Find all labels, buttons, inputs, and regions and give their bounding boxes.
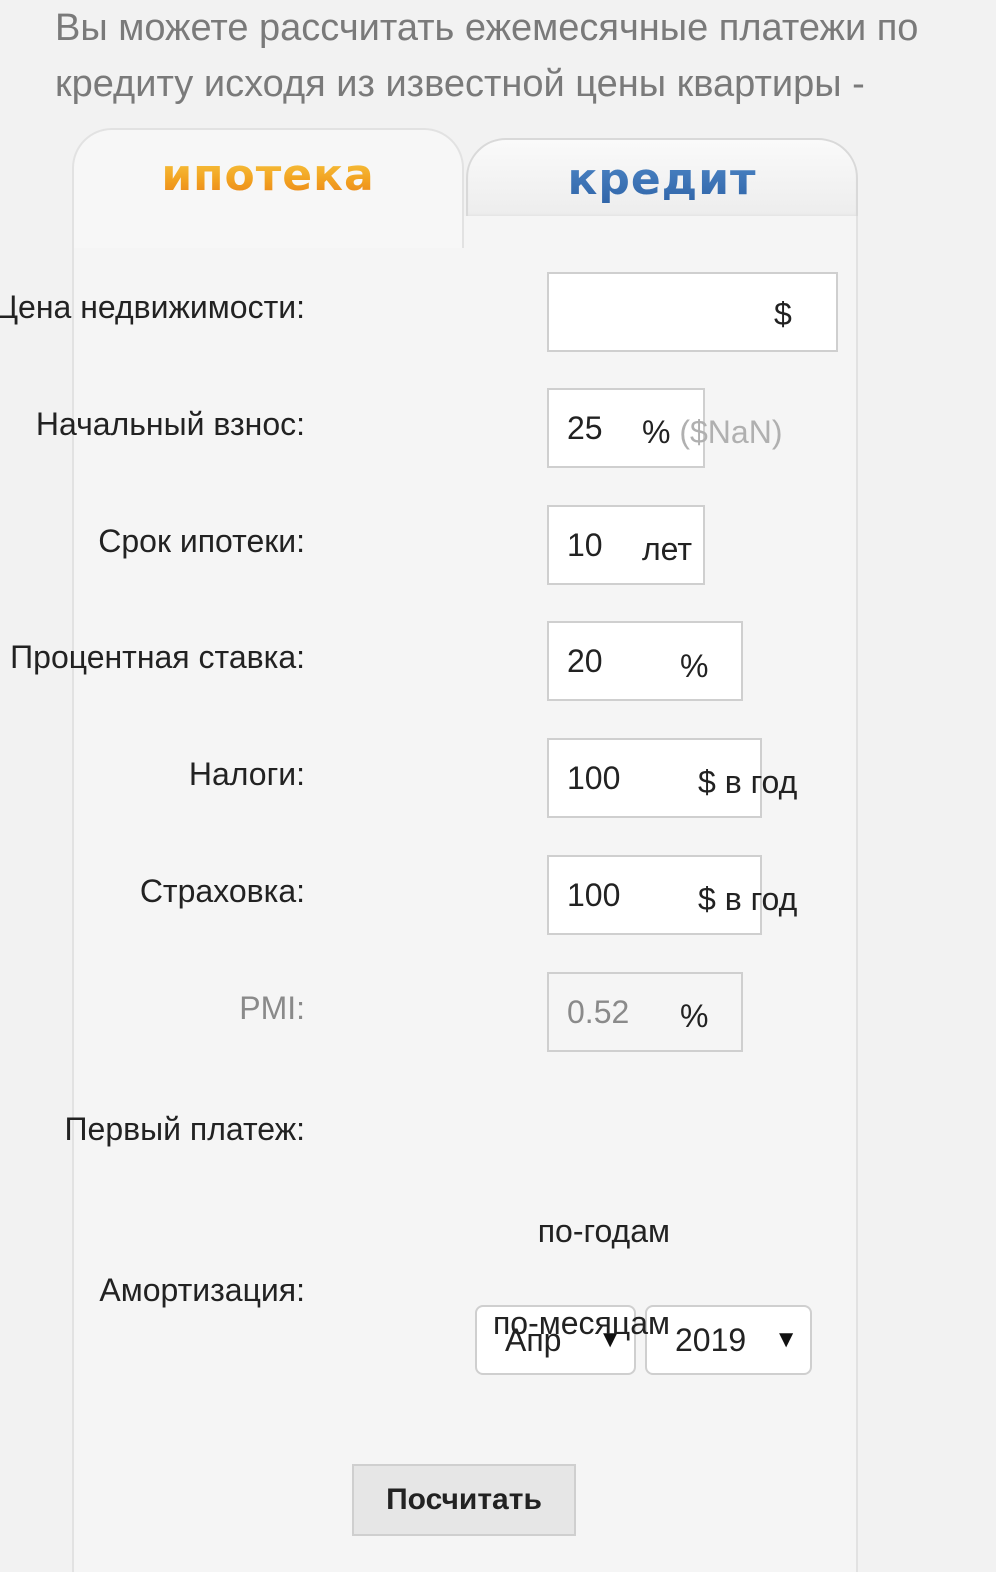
tab-kredit-label: кредит bbox=[468, 154, 856, 205]
down-payment-label: Начальный взнос: bbox=[35, 406, 305, 442]
down-payment-amount-hint: ($NaN) bbox=[679, 414, 783, 450]
calculate-button[interactable]: Посчитать bbox=[352, 1464, 576, 1536]
page: Вы можете рассчитать ежемесячные платежи… bbox=[0, 0, 996, 1572]
first-payment-year-select[interactable]: 2019 ▼ bbox=[645, 1305, 812, 1375]
pmi-input[interactable] bbox=[547, 972, 743, 1052]
insurance-label: Страховка: bbox=[139, 873, 305, 909]
taxes-unit: $ в год bbox=[698, 764, 798, 800]
amortization-label: Амортизация: bbox=[99, 1272, 305, 1308]
pmi-label: PMI: bbox=[239, 990, 305, 1026]
taxes-label: Налоги: bbox=[188, 756, 305, 792]
price-label: Цена недвижимости: bbox=[0, 289, 305, 325]
tab-ipoteka-label: ипотека bbox=[74, 150, 462, 201]
price-unit: $ bbox=[774, 296, 792, 332]
price-input[interactable] bbox=[547, 272, 838, 352]
down-payment-unit: % ($NaN) bbox=[642, 414, 782, 451]
tab-ipoteka[interactable]: ипотека bbox=[72, 128, 464, 248]
rate-input[interactable] bbox=[547, 621, 743, 701]
term-unit: лет bbox=[642, 531, 693, 567]
rate-unit: % bbox=[680, 648, 709, 684]
rate-label: Процентная ставка: bbox=[10, 639, 305, 675]
tab-kredit[interactable]: кредит bbox=[466, 138, 858, 222]
first-payment-label: Первый платеж: bbox=[64, 1111, 305, 1147]
amortization-by-months-link[interactable]: по-месяцам bbox=[493, 1305, 670, 1342]
term-label: Срок ипотеки: bbox=[98, 523, 305, 559]
amortization-by-years-link[interactable]: по-годам bbox=[538, 1213, 670, 1250]
insurance-unit: $ в год bbox=[698, 881, 798, 917]
first-payment-year-value: 2019 bbox=[675, 1322, 747, 1358]
down-payment-percent: % bbox=[642, 414, 671, 450]
pmi-unit: % bbox=[680, 998, 709, 1034]
chevron-down-icon: ▼ bbox=[774, 1326, 798, 1353]
intro-text: Вы можете рассчитать ежемесячные платежи… bbox=[55, 7, 919, 105]
mortgage-calculator-form: Цена недвижимости: $ Начальный взнос: % … bbox=[0, 216, 858, 1572]
